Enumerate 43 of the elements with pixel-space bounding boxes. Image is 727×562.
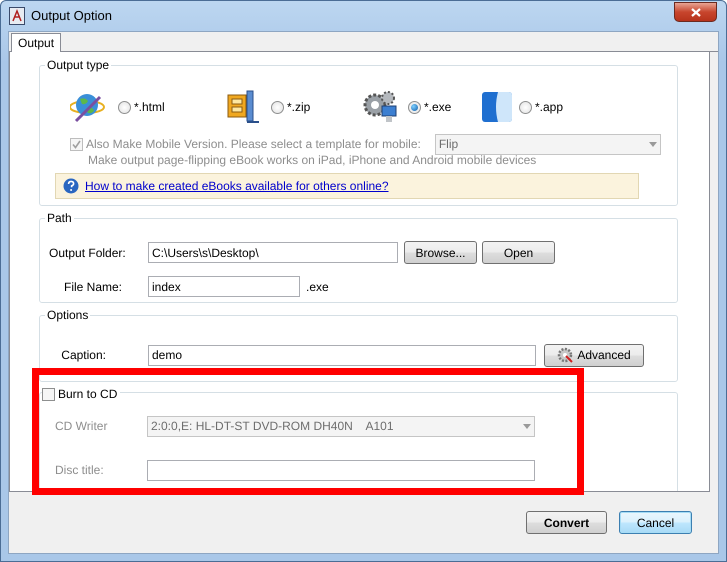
extension-text: .exe	[306, 278, 329, 296]
field-label: File Name:	[62, 278, 122, 296]
convert-button[interactable]: Convert	[526, 511, 607, 534]
field-label: Disc title:	[55, 462, 105, 479]
radio-button[interactable]	[271, 100, 284, 114]
checkbox-label: Burn to CD	[58, 386, 118, 403]
help-link[interactable]: How to make created eBooks available for others online?	[85, 177, 389, 195]
field-label: CD Writer	[55, 418, 105, 435]
radio-button[interactable]	[118, 100, 131, 114]
radio-label: *.exe	[424, 99, 452, 116]
radio-label: *.zip	[287, 99, 310, 116]
advanced-button[interactable]: Advanced	[544, 344, 644, 366]
file-name-field[interactable]: index	[148, 276, 300, 297]
radio-label: *.html	[134, 99, 165, 116]
group-title: Output type	[45, 58, 112, 72]
cd-writer-dropdown[interactable]: 2:0:0,E: HL-DT-ST DVD-ROM DH40N A101	[147, 416, 535, 436]
hint-text: Make output page-flipping eBook works on iPad, iPhone and Android mobile devices	[88, 152, 538, 169]
tab[interactable]: Output	[11, 33, 62, 52]
cancel-button[interactable]: Cancel	[619, 511, 692, 534]
dropdown-arrow-icon	[648, 142, 657, 146]
group-title: Path	[45, 211, 74, 225]
globe-icon	[70, 91, 106, 123]
browse-button[interactable]: Browse...	[404, 241, 477, 264]
folder-field[interactable]: C:\Users\s\Desktop\	[148, 242, 398, 263]
group-title: Options	[45, 308, 90, 322]
close-button[interactable]	[674, 2, 717, 22]
app-icon	[9, 7, 25, 25]
radio-button[interactable]	[408, 100, 421, 114]
checkbox[interactable]	[42, 388, 55, 400]
archive-icon	[227, 90, 261, 124]
caption-field[interactable]: demo	[148, 344, 536, 366]
check-icon	[72, 140, 81, 148]
field-label: Caption:	[60, 347, 106, 364]
gear-icon	[557, 347, 574, 363]
help-icon	[63, 178, 79, 194]
checkbox-label: Also Make Mobile Version. Please select a template for mobile:	[86, 136, 421, 153]
radio-button[interactable]	[519, 100, 532, 114]
open-button[interactable]: Open	[482, 241, 555, 264]
close-icon	[690, 8, 700, 16]
dropdown-arrow-icon	[523, 424, 531, 428]
window-title: Output Option	[31, 7, 112, 26]
gears-icon	[362, 90, 398, 124]
radio-label: *.app	[535, 99, 564, 116]
